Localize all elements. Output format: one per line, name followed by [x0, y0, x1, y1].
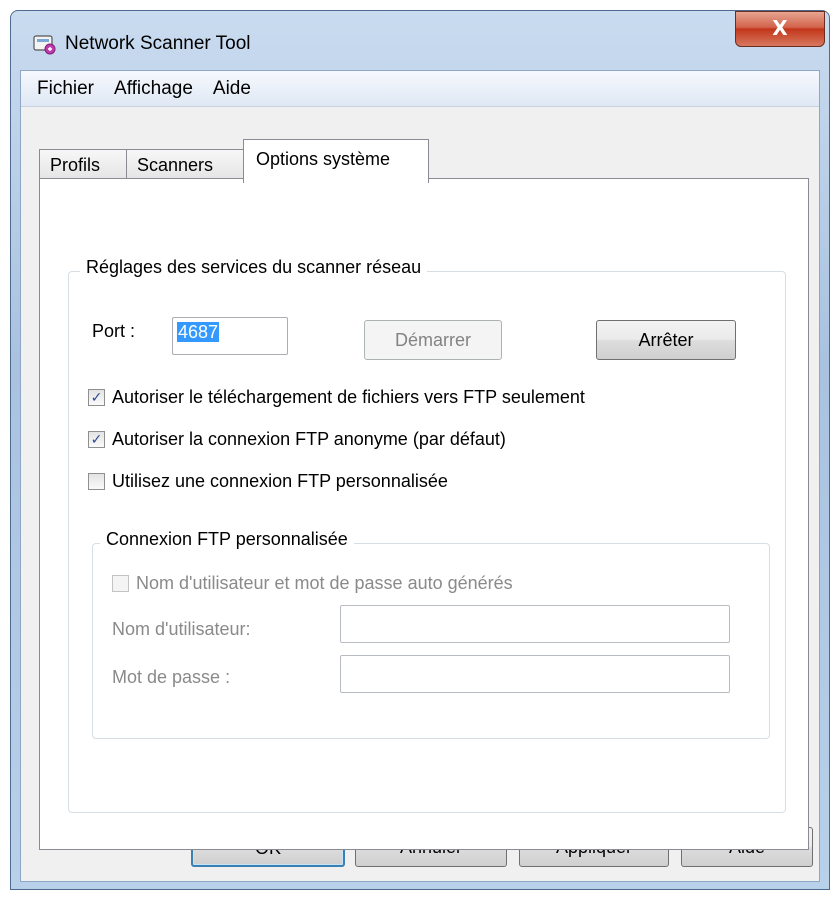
- system-options-panel: Réglages des services du scanner réseau …: [39, 178, 809, 850]
- client-area: Fichier Affichage Aide Profils Scanners …: [20, 70, 820, 882]
- menu-bar: Fichier Affichage Aide: [21, 71, 819, 107]
- auto-generate-credentials-label: Nom d'utilisateur et mot de passe auto g…: [136, 573, 513, 593]
- menu-help[interactable]: Aide: [203, 71, 261, 107]
- network-scanner-app-icon: [33, 35, 56, 55]
- use-custom-ftp-checkbox[interactable]: [88, 473, 105, 490]
- stop-button[interactable]: Arrêter: [596, 320, 736, 360]
- custom-ftp-group-title: Connexion FTP personnalisée: [100, 529, 354, 550]
- tab-system-options[interactable]: Options système: [243, 139, 429, 183]
- close-button[interactable]: X: [735, 11, 825, 47]
- password-label: Mot de passe :: [112, 667, 231, 687]
- use-custom-ftp-label: Utilisez une connexion FTP personnalisée: [112, 471, 448, 491]
- port-label: Port :: [92, 321, 136, 341]
- allow-anonymous-ftp-option[interactable]: ✓ Autoriser la connexion FTP anonyme (pa…: [88, 429, 506, 450]
- allow-upload-ftp-only-option[interactable]: ✓ Autoriser le téléchargement de fichier…: [88, 387, 585, 408]
- auto-generate-credentials-checkbox[interactable]: [112, 575, 129, 592]
- use-custom-ftp-option[interactable]: Utilisez une connexion FTP personnalisée: [88, 471, 448, 492]
- username-label: Nom d'utilisateur:: [112, 619, 251, 639]
- port-value: 4687: [177, 322, 220, 342]
- port-input[interactable]: 4687: [172, 317, 288, 355]
- menu-file[interactable]: Fichier: [27, 71, 104, 107]
- title-bar[interactable]: Network Scanner Tool X: [11, 11, 829, 71]
- menu-view[interactable]: Affichage: [104, 71, 203, 107]
- allow-upload-ftp-only-checkbox[interactable]: ✓: [88, 389, 105, 406]
- username-input[interactable]: [340, 605, 730, 643]
- start-button[interactable]: Démarrer: [364, 320, 502, 360]
- allow-anonymous-ftp-checkbox[interactable]: ✓: [88, 431, 105, 448]
- auto-generate-credentials-option[interactable]: Nom d'utilisateur et mot de passe auto g…: [112, 573, 513, 594]
- allow-upload-ftp-only-label: Autoriser le téléchargement de fichiers …: [112, 387, 585, 407]
- window-title: Network Scanner Tool: [65, 33, 251, 54]
- dialog-window: Network Scanner Tool X Fichier Affichage…: [10, 10, 830, 890]
- allow-anonymous-ftp-label: Autoriser la connexion FTP anonyme (par …: [112, 429, 506, 449]
- service-settings-group-title: Réglages des services du scanner réseau: [80, 257, 428, 278]
- password-input[interactable]: [340, 655, 730, 693]
